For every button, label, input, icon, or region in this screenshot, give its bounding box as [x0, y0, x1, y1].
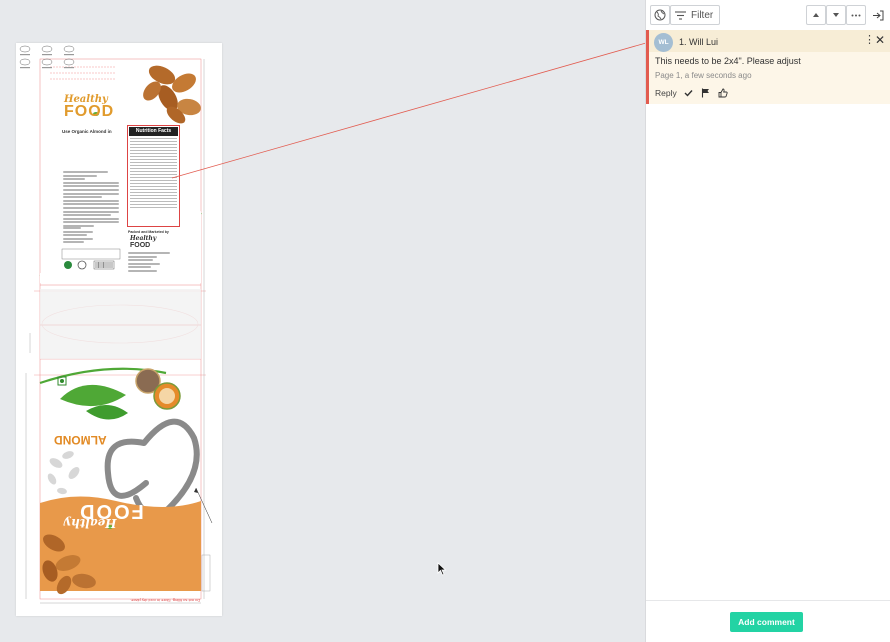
globe-icon	[654, 9, 666, 21]
thumbs-up-icon[interactable]	[718, 88, 728, 98]
filter-button[interactable]: Filter	[670, 5, 720, 25]
collapse-panel-button[interactable]	[868, 5, 888, 25]
comments-panel: Filter WL 1. Will Lui ⋮ ✕ This needs to …	[645, 0, 890, 642]
comment-header: WL 1. Will Lui ⋮ ✕	[649, 30, 890, 52]
packaging-artwork	[25, 58, 213, 604]
add-comment-button[interactable]: Add comment	[730, 612, 803, 632]
brand-logo-small-word: FOOD	[130, 242, 151, 249]
resolve-check-icon[interactable]	[684, 88, 694, 98]
product-name-almond: ALMOND	[54, 433, 107, 447]
comments-footer: Add comment	[646, 600, 890, 642]
filter-label: Filter	[691, 9, 714, 21]
comment-actions: Reply	[655, 88, 728, 98]
comments-toolbar: Filter	[646, 0, 890, 29]
close-icon[interactable]: ✕	[875, 34, 885, 46]
artboard-page[interactable]: Healthy FOOD Use Organic Almond in Nutri	[16, 43, 222, 616]
comment-body: This needs to be 2x4". Please adjust	[655, 56, 801, 66]
previous-comment-button[interactable]	[806, 5, 826, 25]
arrow-up-icon	[813, 13, 819, 17]
reply-button[interactable]: Reply	[655, 88, 677, 98]
almond-image-top	[143, 65, 201, 124]
comment-author: 1. Will Lui	[679, 37, 719, 47]
storage-text-block	[63, 227, 93, 245]
comment-timestamp: Page 1, a few seconds ago	[655, 71, 752, 80]
brand-logo-bottom-word: FOOD	[78, 500, 144, 522]
nutrition-facts-panel: Nutrition Facts	[127, 125, 180, 227]
footer-storage-note: Do not so filling. Store in cool dry pla…	[130, 598, 201, 603]
exit-panel-icon	[873, 10, 884, 20]
comment-menu-icon[interactable]: ⋮	[864, 35, 875, 46]
flag-icon[interactable]	[701, 88, 711, 98]
packed-by-label: Packed and Marketed by	[128, 230, 169, 234]
more-options-button[interactable]	[846, 5, 866, 25]
document-canvas[interactable]: Healthy FOOD Use Organic Almond in Nutri	[0, 0, 645, 642]
comment-card[interactable]: WL 1. Will Lui ⋮ ✕ This needs to be 2x4"…	[646, 30, 890, 104]
brand-logo-word: FOOD	[64, 103, 115, 120]
more-icon	[851, 14, 861, 16]
arrow-down-icon	[833, 13, 839, 17]
ingredients-text-block	[63, 171, 119, 229]
nutrition-facts-title: Nutrition Facts	[129, 127, 178, 136]
next-comment-button[interactable]	[826, 5, 846, 25]
filter-icon	[675, 10, 686, 20]
mouse-cursor-icon	[437, 562, 447, 576]
usage-icons-grid	[19, 45, 75, 69]
address-text-block	[128, 252, 170, 274]
avatar: WL	[654, 33, 673, 52]
organic-uses-title: Use Organic Almond in	[62, 129, 112, 134]
globe-button[interactable]	[650, 5, 670, 25]
